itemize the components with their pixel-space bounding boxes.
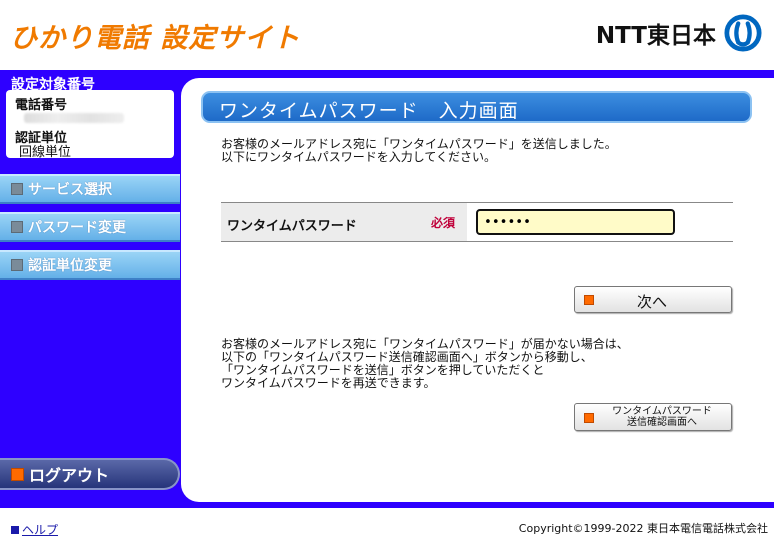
resend-button-label: ワンタイムパスワード 送信確認画面へ [597, 406, 727, 428]
sidebar-item-label: パスワード変更 [28, 220, 126, 236]
help-link[interactable]: ヘルプ [11, 521, 58, 538]
phone-number-label: 電話番号 [15, 98, 68, 113]
resend-label-line: 送信確認画面へ [627, 417, 697, 428]
menu-bullet-icon [11, 183, 23, 195]
sidebar-item-label: 認証単位変更 [28, 258, 112, 274]
resend-confirm-button[interactable]: ワンタイムパスワード 送信確認画面へ [574, 403, 732, 431]
page-title: ワンタイムパスワード 入力画面 [219, 100, 519, 122]
help-square-icon [11, 525, 19, 534]
next-button[interactable]: 次へ [574, 286, 732, 313]
logout-label: ログアウト [29, 466, 110, 485]
intro-text: お客様のメールアドレス宛に「ワンタイムパスワード」を送信しました。 以下にワンタ… [221, 138, 617, 164]
menu-bullet-icon [11, 221, 23, 233]
password-form-row: ワンタイムパスワード 必須 [221, 202, 733, 242]
site-title: ひかり電話 設定サイト [10, 23, 301, 54]
field-label: ワンタイムパスワード [227, 219, 357, 234]
resend-label-line: ワンタイムパスワード [612, 406, 712, 417]
auth-unit-value: 回線単位 [19, 145, 72, 160]
logout-button[interactable]: ログアウト [0, 458, 180, 490]
sidebar-item-auth-unit-change[interactable]: 認証単位変更 [0, 250, 180, 280]
note-line: ワンタイムパスワードを再送できます。 [221, 376, 436, 390]
content-frame: 設定対象番号 電話番号 認証単位 回線単位 サービス選択 パスワード変更 認証単… [0, 70, 774, 508]
ntt-logo: NTT東日本 [596, 14, 762, 52]
logout-bullet-icon [11, 467, 24, 481]
target-number-box: 電話番号 認証単位 回線単位 [6, 90, 174, 160]
required-badge: 必須 [431, 216, 456, 230]
resend-note: お客様のメールアドレス宛に「ワンタイムパスワード」が届かない場合は、 以下の「ワ… [221, 338, 629, 390]
sidebar: 設定対象番号 電話番号 認証単位 回線単位 サービス選択 パスワード変更 認証単… [0, 70, 182, 508]
page-heading: ワンタイムパスワード 入力画面 [201, 91, 752, 123]
ntt-logo-mark-icon [724, 14, 762, 52]
sidebar-item-service-select[interactable]: サービス選択 [0, 174, 180, 204]
one-time-password-input[interactable] [476, 209, 675, 235]
menu-bullet-icon [11, 259, 23, 271]
button-bullet-icon [584, 295, 594, 305]
logo-text: NTT東日本 [595, 23, 716, 49]
label-cell: ワンタイムパスワード 必須 [221, 203, 467, 241]
footer: ヘルプ Copyright©1999-2022 東日本電信電話株式会社 [0, 508, 774, 541]
button-bullet-icon [584, 413, 594, 423]
next-button-label: 次へ [637, 293, 668, 311]
copyright-text: Copyright©1999-2022 東日本電信電話株式会社 [518, 522, 768, 535]
main-panel: ワンタイムパスワード 入力画面 お客様のメールアドレス宛に「ワンタイムパスワード… [181, 78, 774, 502]
phone-number-redacted [24, 113, 124, 123]
intro-line: 以下にワンタイムパスワードを入力してください。 [221, 150, 497, 164]
help-link-label: ヘルプ [22, 523, 59, 537]
header: ひかり電話 設定サイト NTT東日本 [0, 0, 774, 70]
sidebar-item-password-change[interactable]: パスワード変更 [0, 212, 180, 242]
sidebar-item-label: サービス選択 [28, 182, 112, 198]
